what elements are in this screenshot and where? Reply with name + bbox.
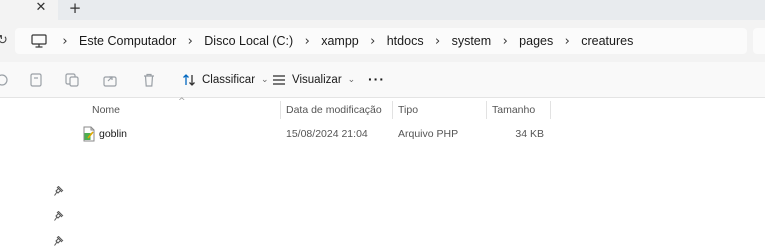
column-name[interactable]: Nome <box>86 99 280 121</box>
tab-strip: ✕ + <box>0 0 765 20</box>
more-options-button[interactable]: ··· <box>368 70 384 90</box>
sort-button[interactable]: Classificar ⌄ <box>182 70 269 90</box>
view-label: Visualizar <box>292 74 342 86</box>
chevron-right-icon[interactable]: › <box>297 34 317 49</box>
new-icon[interactable] <box>0 72 10 88</box>
chevron-right-icon[interactable]: › <box>557 34 577 49</box>
refresh-icon[interactable]: ↻ <box>0 32 8 48</box>
address-row: ↻ › Este Computador › Disco Local (C:) ›… <box>0 20 765 62</box>
chevron-down-icon: ⌄ <box>347 75 356 85</box>
copy-icon[interactable] <box>64 72 80 88</box>
file-row[interactable]: goblin 15/08/2024 21:04 Arquivo PHP 34 K… <box>76 123 556 145</box>
column-type[interactable]: Tipo <box>392 99 486 121</box>
view-button[interactable]: Visualizar ⌄ <box>272 70 355 90</box>
breadcrumb-item[interactable]: htdocs <box>383 34 428 48</box>
share-icon[interactable] <box>102 72 118 88</box>
breadcrumb-item[interactable]: xampp <box>317 34 363 48</box>
chevron-right-icon[interactable]: › <box>495 34 515 49</box>
breadcrumb-item-current[interactable]: creatures <box>577 34 637 48</box>
breadcrumb-item[interactable]: Este Computador <box>75 34 180 48</box>
pin-icon[interactable] <box>54 186 64 196</box>
sort-icon <box>183 74 195 86</box>
pin-icon[interactable] <box>54 211 64 221</box>
sort-label: Classificar <box>202 74 256 86</box>
column-divider[interactable] <box>550 101 551 119</box>
computer-icon <box>31 34 47 48</box>
breadcrumb-item[interactable]: system <box>448 34 496 48</box>
command-bar: Classificar ⌄ Visualizar ⌄ ··· <box>0 62 765 98</box>
breadcrumb-item[interactable]: pages <box>515 34 557 48</box>
breadcrumb-item[interactable]: Disco Local (C:) <box>200 34 297 48</box>
cut-icon[interactable] <box>28 72 44 88</box>
delete-icon[interactable] <box>141 72 157 88</box>
chevron-right-icon[interactable]: › <box>180 34 200 49</box>
column-modified[interactable]: Data de modificação <box>280 99 392 121</box>
chevron-right-icon[interactable]: › <box>428 34 448 49</box>
plus-icon[interactable]: + <box>67 0 83 16</box>
search-box-edge[interactable] <box>753 28 765 54</box>
address-bar[interactable]: › Este Computador › Disco Local (C:) › x… <box>15 28 747 54</box>
view-list-icon <box>273 75 285 85</box>
tab-current[interactable]: ✕ <box>0 0 58 20</box>
php-file-icon <box>83 126 95 142</box>
breadcrumb: › Este Computador › Disco Local (C:) › x… <box>55 28 637 54</box>
close-icon[interactable]: ✕ <box>34 1 48 15</box>
file-modified: 15/08/2024 21:04 <box>286 128 368 140</box>
chevron-down-icon: ⌄ <box>261 75 269 85</box>
file-type: Arquivo PHP <box>398 128 459 140</box>
chevron-right-icon[interactable]: › <box>363 34 383 49</box>
pin-icon[interactable] <box>54 236 64 246</box>
chevron-right-icon[interactable]: › <box>55 34 75 49</box>
column-header: ^ Nome Data de modificação Tipo Tamanho <box>0 97 765 121</box>
column-size[interactable]: Tamanho <box>486 99 550 121</box>
file-size: 34 KB <box>515 128 544 140</box>
file-name: goblin <box>99 128 128 140</box>
